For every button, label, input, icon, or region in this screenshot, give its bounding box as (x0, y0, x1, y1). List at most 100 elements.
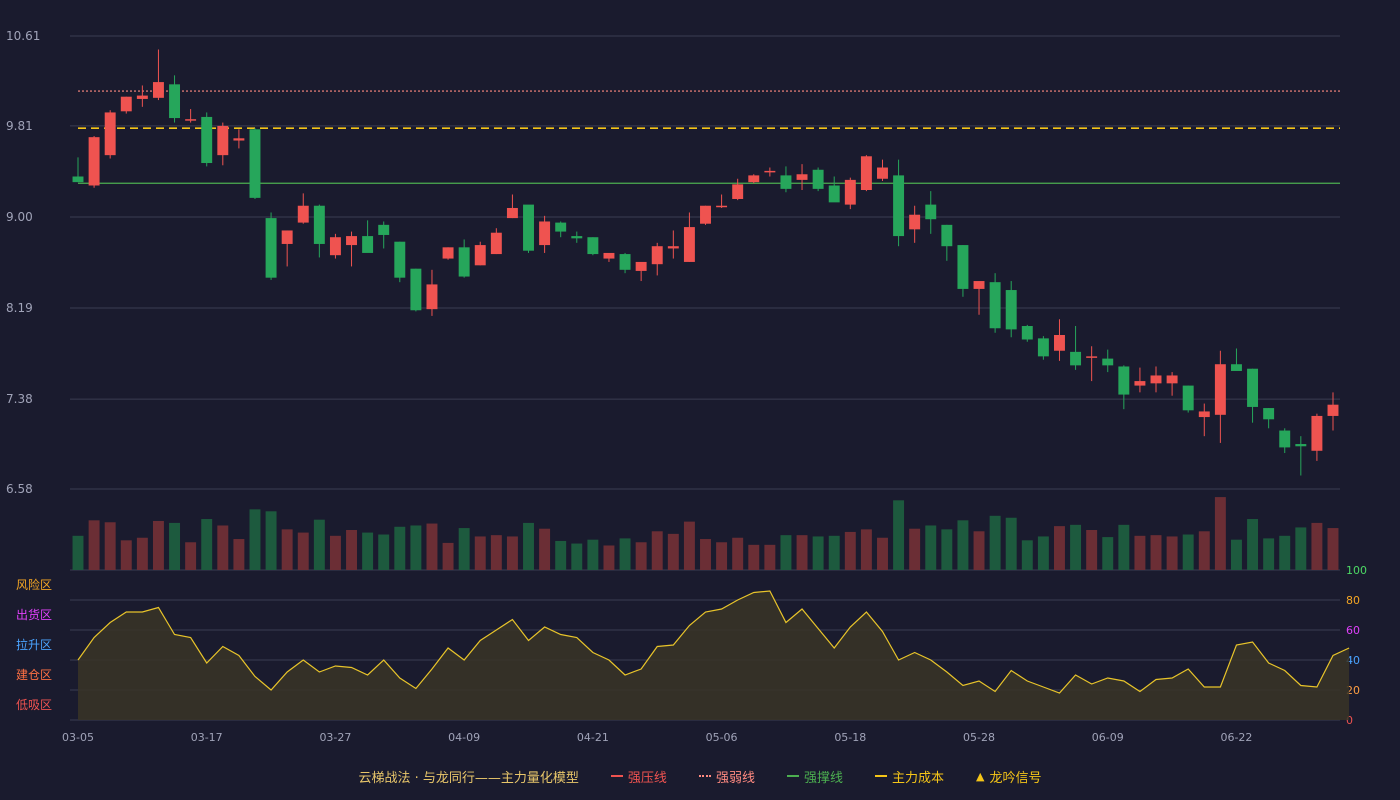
candle-body (925, 204, 937, 220)
candlestick-chart: 10.619.819.008.197.386.58100806040200风险区… (6, 29, 1367, 744)
volume-bar (88, 520, 100, 570)
legend-main-cost[interactable]: 主力成本 (874, 767, 944, 786)
volume-bar (169, 522, 181, 570)
candle-body (1070, 351, 1082, 366)
volume-bar (1230, 539, 1242, 570)
candle-body (120, 96, 132, 112)
candle-body (1311, 415, 1323, 451)
volume-bar (893, 500, 905, 570)
candle-body (458, 247, 470, 277)
volume-bar (185, 542, 197, 570)
x-tick-label: 03-27 (319, 731, 351, 744)
volume-bar (1005, 517, 1017, 570)
zone-label: 低吸区 (16, 698, 52, 712)
candle-body (796, 174, 808, 180)
zone-label: 建仓区 (16, 668, 52, 682)
zone-label: 出货区 (16, 607, 52, 622)
legend-title: 云梯战法 · 与龙同行——主力量化模型 (358, 770, 579, 786)
legend-support[interactable]: 强撑线 (786, 767, 843, 786)
candle-body (716, 205, 728, 208)
candle-body (201, 116, 213, 164)
volume-bar (635, 542, 647, 570)
volume-bar (72, 535, 84, 570)
candle-body (1295, 444, 1307, 447)
candle-body (1279, 430, 1291, 448)
volume-bar (716, 542, 728, 570)
candle-body (233, 138, 245, 141)
y-tick-label: 6.58 (6, 482, 33, 496)
candle-body (748, 175, 760, 183)
candle-body (700, 205, 711, 224)
y-tick-label: 9.00 (6, 210, 33, 224)
candle-body (1198, 411, 1210, 418)
candle-body (136, 95, 148, 99)
candle-body (1247, 368, 1259, 407)
volume-bar (1247, 519, 1259, 570)
candle-body (732, 184, 744, 199)
candle-body (362, 236, 374, 253)
x-tick-label: 06-09 (1092, 731, 1124, 744)
volume-bar (844, 531, 856, 570)
candle-body (394, 241, 406, 278)
candle-body (1054, 335, 1065, 351)
volume-bar (1327, 528, 1339, 570)
x-tick-label: 06-22 (1220, 731, 1252, 744)
volume-bar (1070, 524, 1082, 570)
legend-swatch-icon (874, 775, 887, 777)
volume-bar (796, 535, 808, 570)
chart-legend: 云梯战法 · 与龙同行——主力量化模型 强压线 强弱线 强撑线 主力成本 ▲ 龙吟… (0, 765, 1400, 787)
y-tick-label: 8.19 (6, 301, 33, 315)
legend-swatch-icon (786, 775, 799, 777)
candle-body (1037, 338, 1049, 357)
volume-bar (346, 530, 357, 570)
candle-body (313, 205, 325, 244)
volume-bar (1037, 536, 1049, 570)
y-tick-label: 7.38 (6, 392, 33, 406)
x-tick-label: 05-06 (706, 731, 738, 744)
volume-bar (1311, 522, 1323, 570)
chart-container: 10.61 9.81 9.00 8.19 7.38 6.58 100 80 60 40 20 0 风险区… (0, 0, 1400, 800)
candle-body (1005, 290, 1017, 330)
volume-bar (764, 544, 776, 570)
volume-bar (313, 519, 325, 570)
volume-bar (860, 529, 872, 570)
volume-bar (1182, 534, 1194, 570)
volume-bar (410, 525, 422, 570)
volume-bar (587, 539, 599, 570)
candle-body (104, 112, 116, 156)
legend-weak-line[interactable]: 强弱线 (698, 767, 755, 786)
volume-bar (1021, 540, 1033, 570)
candle-body (780, 175, 792, 189)
legend-strong-pressure[interactable]: 强压线 (610, 767, 667, 786)
candle-body (329, 237, 341, 256)
volume-bar (281, 529, 293, 570)
volume-bar (394, 526, 406, 570)
legend-dragon-signal[interactable]: ▲ 龙吟信号 (976, 767, 1041, 786)
volume-bar (748, 544, 760, 570)
candle-body (185, 119, 197, 121)
volume-bar (828, 535, 840, 570)
volume-bar (378, 534, 390, 570)
volume-bar (989, 515, 1001, 570)
volume-bar (571, 543, 583, 570)
candle-body (1327, 404, 1339, 416)
volume-bar (539, 528, 551, 570)
candle-body (989, 282, 1001, 329)
volume-bar (458, 528, 470, 570)
volume-bar (957, 520, 969, 570)
candle-body (893, 175, 905, 237)
candle-body (957, 245, 969, 289)
triangle-icon: ▲ (975, 769, 985, 783)
volume-bar (909, 528, 921, 570)
volume-bar (474, 536, 486, 570)
candle-body (635, 261, 647, 271)
volume-bar (136, 537, 148, 570)
volume-bar (249, 509, 261, 570)
candle-body (346, 236, 357, 246)
candle-body (1021, 326, 1033, 340)
candle-body (667, 246, 679, 249)
candle-body (651, 246, 663, 265)
volume-bar (120, 540, 132, 570)
volume-bar (619, 538, 631, 570)
legend-swatch-icon (610, 775, 623, 777)
